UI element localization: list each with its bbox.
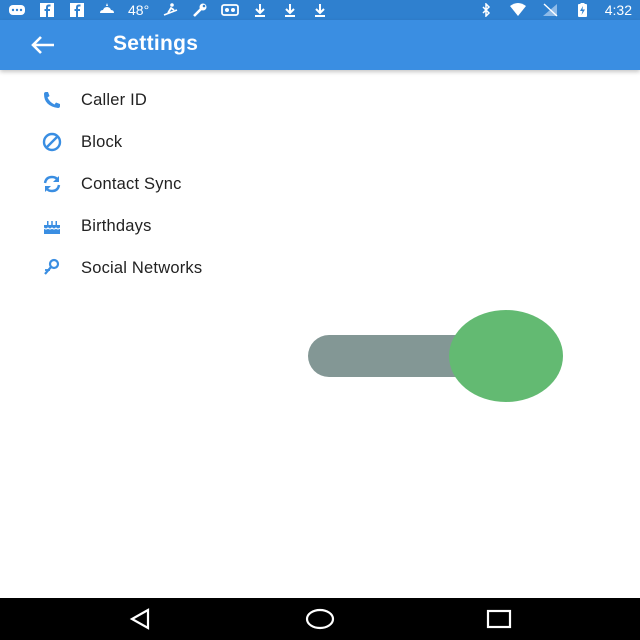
weather-icon [98, 3, 116, 17]
message-icon [8, 3, 26, 17]
menu-item-social-networks[interactable]: Social Networks [0, 247, 640, 289]
recents-square-icon [485, 608, 513, 630]
wifi-icon [509, 3, 527, 17]
menu-item-caller-id[interactable]: Caller ID [0, 79, 640, 121]
nav-home-button[interactable] [305, 606, 335, 632]
wrench-icon [191, 3, 209, 17]
menu-item-label: Contact Sync [81, 174, 182, 193]
nav-recents-button[interactable] [484, 606, 514, 632]
page-title: Settings [113, 32, 199, 55]
back-triangle-icon [127, 607, 153, 631]
menu-item-birthdays[interactable]: Birthdays [0, 205, 640, 247]
menu-item-contact-sync[interactable]: Contact Sync [0, 163, 640, 205]
app-bar: Settings [0, 20, 640, 70]
vr-icon [221, 3, 240, 17]
social-icon [40, 256, 64, 280]
battery-charging-icon [573, 3, 591, 17]
status-bar-left: 48° [8, 2, 329, 18]
clock-text: 4:32 [604, 2, 632, 18]
menu-item-label: Block [81, 132, 123, 151]
settings-menu: Caller ID Block Contact Sync Birthdays S… [0, 79, 640, 289]
temperature-text: 48° [128, 2, 150, 18]
menu-item-label: Caller ID [81, 90, 147, 109]
download-icon [281, 3, 299, 17]
back-button[interactable] [28, 33, 58, 57]
nav-back-button[interactable] [125, 606, 155, 632]
arrow-left-icon [30, 35, 56, 55]
home-circle-icon [305, 607, 335, 631]
phone-icon [40, 88, 64, 112]
cake-icon [40, 214, 64, 238]
sync-icon [40, 172, 64, 196]
no-signal-icon [541, 3, 559, 17]
ski-icon [161, 3, 179, 17]
toggle-switch[interactable] [308, 310, 564, 402]
toggle-thumb[interactable] [449, 310, 563, 402]
facebook-icon [68, 3, 86, 17]
download-icon [251, 3, 269, 17]
navigation-bar [0, 598, 640, 640]
menu-item-block[interactable]: Block [0, 121, 640, 163]
menu-item-label: Social Networks [81, 258, 203, 277]
status-bar-right: 4:32 [477, 2, 632, 18]
block-icon [40, 130, 64, 154]
facebook-icon [38, 3, 56, 17]
status-bar: 48° 4:32 [0, 0, 640, 20]
menu-item-label: Birthdays [81, 216, 152, 235]
bluetooth-icon [477, 3, 495, 17]
download-icon [311, 3, 329, 17]
